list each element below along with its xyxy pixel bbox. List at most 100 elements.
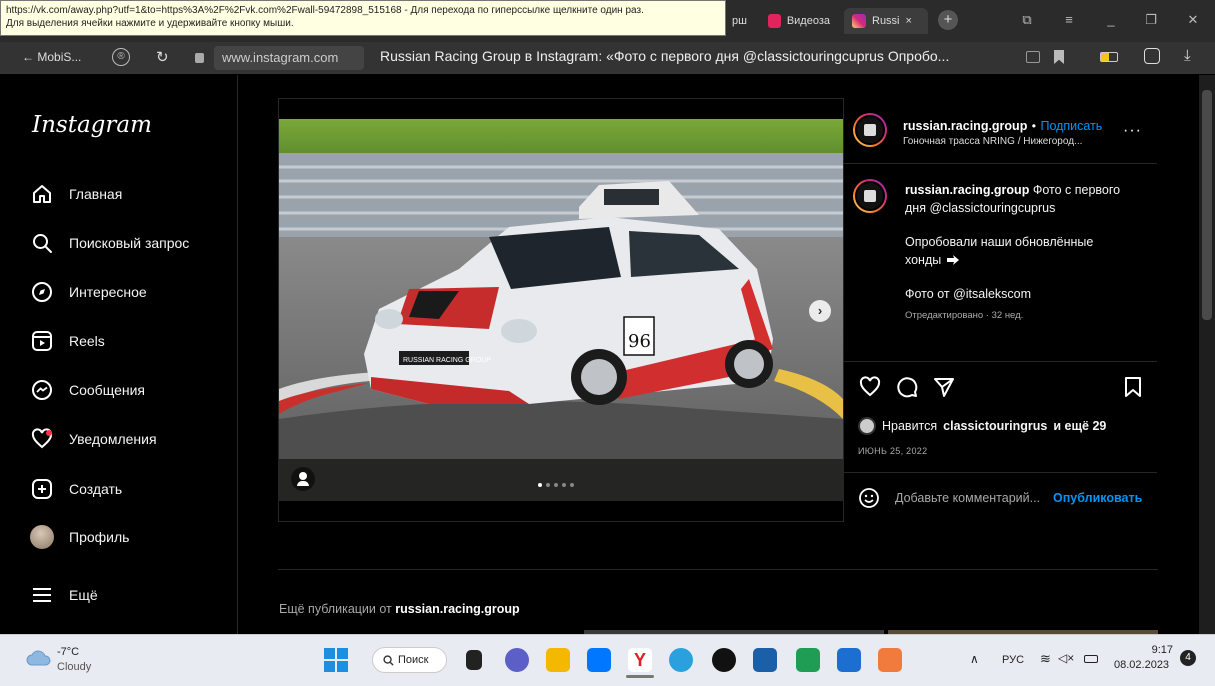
nav-messages[interactable]: Сообщения <box>30 375 145 405</box>
taskbar-search[interactable]: Поиск <box>372 647 447 673</box>
link-tooltip: https://vk.com/away.php?utf=1&to=https%3… <box>0 0 726 36</box>
new-tab-icon[interactable]: + <box>938 10 958 30</box>
post-location[interactable]: Гоночная трасса NRING / Нижегород... <box>903 136 1082 147</box>
caption-line[interactable]: дня @classictouringcuprus <box>905 199 1145 217</box>
instagram-logo[interactable]: Instagram <box>32 112 152 138</box>
more-posts-user[interactable]: russian.racing.group <box>395 602 519 616</box>
windows-start-icon[interactable] <box>324 648 348 672</box>
post-caption: russian.racing.group Фото с первого дня … <box>905 181 1145 325</box>
reload-icon[interactable]: ↻ <box>156 48 169 66</box>
menu-icon[interactable]: ≡ <box>1054 10 1084 30</box>
window-close-icon[interactable]: ✕ <box>1178 10 1208 30</box>
extensions-icon[interactable] <box>1144 48 1160 64</box>
divider <box>278 569 1158 570</box>
nav-label: Ещё <box>69 587 98 603</box>
divider <box>844 361 1157 362</box>
nav-reels[interactable]: Reels <box>30 326 105 356</box>
notification-badge[interactable]: 4 <box>1180 650 1196 666</box>
liker-avatar[interactable] <box>858 417 876 435</box>
post-date[interactable]: ИЮНЬ 25, 2022 <box>858 446 927 456</box>
tab-fragment[interactable]: рш <box>724 8 755 34</box>
scrollbar-thumb[interactable] <box>1202 90 1212 320</box>
tab-close-icon[interactable]: × <box>906 15 912 27</box>
back-label: MobiS... <box>37 50 82 64</box>
excel-icon[interactable] <box>796 648 820 672</box>
telegram-icon[interactable] <box>669 648 693 672</box>
likes-count[interactable]: и ещё 29 <box>1053 419 1106 433</box>
tab-video[interactable]: Видеоза <box>760 8 838 34</box>
tooltip-line-1: https://vk.com/away.php?utf=1&to=https%3… <box>6 5 644 16</box>
comment-icon[interactable] <box>895 375 919 399</box>
nav-more[interactable]: Ещё <box>30 580 98 610</box>
caption-avatar[interactable] <box>853 179 887 213</box>
likes-prefix: Нравится <box>882 419 938 433</box>
post-photo[interactable]: 96 RUSSIAN RACING GROUP <box>279 119 843 501</box>
nav-label: Создать <box>69 481 123 497</box>
word-icon[interactable] <box>837 648 861 672</box>
wifi-icon[interactable]: ≋ <box>1040 651 1051 667</box>
likes-user[interactable]: classictouringrus <box>943 419 1047 433</box>
tiktok-icon[interactable] <box>712 648 736 672</box>
yandex-browser-icon[interactable]: Y <box>628 648 652 672</box>
follow-button[interactable]: Подписать <box>1040 119 1102 133</box>
more-options-icon[interactable]: ··· <box>1123 122 1142 140</box>
nav-explore[interactable]: Интересное <box>30 277 147 307</box>
divider <box>844 472 1157 473</box>
weather-desc[interactable]: Cloudy <box>57 661 91 673</box>
url-field[interactable]: www.instagram.com <box>214 46 364 70</box>
instagram-tab-icon <box>852 14 866 28</box>
caption-username[interactable]: russian.racing.group <box>905 183 1029 197</box>
nav-search[interactable]: Поисковый запрос <box>30 228 189 258</box>
file-explorer-icon[interactable] <box>546 648 570 672</box>
tagged-user-icon[interactable] <box>291 467 315 491</box>
teams-chat-icon[interactable] <box>505 648 529 672</box>
nav-label: Сообщения <box>69 382 145 398</box>
nav-notifications[interactable]: Уведомления <box>30 424 157 454</box>
carousel-dot <box>554 483 558 487</box>
tab-actions-icon[interactable]: ⧉ <box>1012 10 1042 30</box>
post-header: russian.racing.group • Подписать <box>903 117 1102 135</box>
emoji-icon[interactable] <box>858 487 880 509</box>
vk-icon[interactable] <box>587 648 611 672</box>
battery-icon[interactable] <box>1084 655 1098 663</box>
battery-saver-icon[interactable] <box>1100 52 1118 62</box>
nav-label: Уведомления <box>69 431 157 447</box>
tray-chevron-icon[interactable]: ∧ <box>970 652 979 666</box>
nav-profile[interactable]: Профиль <box>30 522 129 552</box>
translate-icon[interactable] <box>1026 51 1040 63</box>
volume-muted-icon[interactable]: ◁× <box>1058 651 1074 665</box>
nav-label: Поисковый запрос <box>69 235 190 251</box>
author-avatar[interactable] <box>853 113 887 147</box>
caption-line: Фото от @itsalekscom <box>905 287 1032 301</box>
language-indicator[interactable]: РУС <box>1002 654 1024 666</box>
lock-icon <box>195 53 204 63</box>
clock-date[interactable]: 08.02.2023 <box>1114 659 1169 671</box>
download-icon[interactable]: ⤓ <box>1184 47 1191 64</box>
weather-temp[interactable]: -7°C <box>57 646 79 658</box>
nav-create[interactable]: Создать <box>30 474 122 504</box>
car-plate-text: RUSSIAN RACING GROUP <box>403 357 491 364</box>
publish-button[interactable]: Опубликовать <box>1053 491 1142 505</box>
carousel-dot <box>570 483 574 487</box>
nav-home[interactable]: Главная <box>30 179 122 209</box>
like-icon[interactable] <box>858 375 882 399</box>
minimize-icon[interactable]: _ <box>1096 10 1126 30</box>
paint-icon[interactable] <box>878 648 902 672</box>
share-icon[interactable] <box>932 375 956 399</box>
author-username[interactable]: russian.racing.group <box>903 119 1027 133</box>
defender-icon[interactable] <box>753 648 777 672</box>
tab-instagram[interactable]: Russi × <box>844 8 928 34</box>
back-button[interactable]: ← MobiS... <box>22 50 81 64</box>
pointing-hand-icon <box>947 255 960 265</box>
carousel-next-button[interactable]: › <box>809 300 831 322</box>
carousel-dot <box>562 483 566 487</box>
clock-time[interactable]: 9:17 <box>1127 644 1173 656</box>
comment-input[interactable]: Добавьте комментарий... <box>895 491 1040 505</box>
protect-icon[interactable]: ® <box>112 48 130 66</box>
cloud-icon[interactable] <box>26 650 52 666</box>
save-icon[interactable] <box>1122 375 1144 399</box>
maximize-icon[interactable]: ❐ <box>1136 10 1166 30</box>
carousel-dot <box>538 483 542 487</box>
task-view-icon[interactable] <box>466 650 482 670</box>
carousel-dot <box>546 483 550 487</box>
